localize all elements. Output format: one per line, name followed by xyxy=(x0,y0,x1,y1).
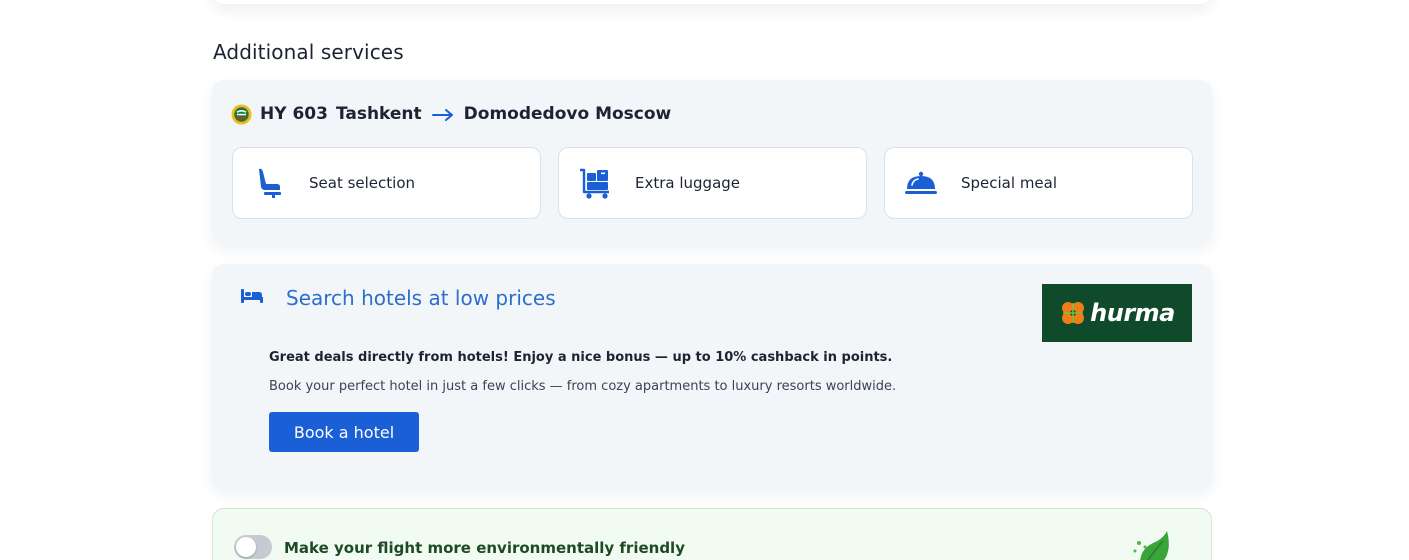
extra-luggage-button[interactable]: Extra luggage xyxy=(558,147,867,219)
eco-flight-card: Make your flight more environmentally fr… xyxy=(212,508,1212,560)
special-meal-label: Special meal xyxy=(961,174,1058,192)
hotel-search-card: Search hotels at low prices hurma Great … xyxy=(212,264,1212,488)
service-tiles: Seat selection Extra luggage Special mea… xyxy=(232,147,1193,219)
extra-luggage-label: Extra luggage xyxy=(635,174,741,192)
hurma-partner-logo[interactable]: hurma xyxy=(1042,284,1192,342)
book-hotel-button[interactable]: Book a hotel xyxy=(269,412,419,452)
seat-selection-label: Seat selection xyxy=(309,174,416,192)
hurma-wordmark: hurma xyxy=(1090,299,1175,327)
special-meal-button[interactable]: Special meal xyxy=(884,147,1193,219)
luggage-cart-icon xyxy=(577,165,613,201)
eco-toggle-knob xyxy=(236,537,256,557)
flight-services-card: HY 603 Tashkent Domodedovo Moscow Seat s xyxy=(212,80,1212,244)
previous-card xyxy=(212,0,1212,4)
cloche-icon xyxy=(903,165,939,201)
hotel-promo-description: Book your perfect hotel in just a few cl… xyxy=(269,379,897,394)
seat-icon xyxy=(251,165,287,201)
hotel-search-title[interactable]: Search hotels at low prices xyxy=(286,286,556,310)
leaf-icon xyxy=(1129,525,1175,560)
section-title: Additional services xyxy=(213,40,404,64)
flight-route-header: HY 603 Tashkent Domodedovo Moscow xyxy=(231,102,671,126)
hotel-header: Search hotels at low prices xyxy=(240,286,556,310)
bed-icon xyxy=(240,288,264,309)
hotel-promo-lead: Great deals directly from hotels! Enjoy … xyxy=(269,350,893,365)
flight-destination: Domodedovo Moscow xyxy=(463,104,672,124)
eco-label: Make your flight more environmentally fr… xyxy=(284,539,685,557)
hurma-clover-icon xyxy=(1062,302,1085,324)
uzbekistan-airways-logo-icon xyxy=(231,104,252,125)
arrow-right-icon xyxy=(431,107,454,121)
seat-selection-button[interactable]: Seat selection xyxy=(232,147,541,219)
page: Additional services HY 603 Tashkent Domo xyxy=(0,0,1409,560)
eco-toggle[interactable] xyxy=(234,535,272,559)
flight-number: HY 603 xyxy=(260,104,328,124)
flight-origin: Tashkent xyxy=(335,104,422,124)
